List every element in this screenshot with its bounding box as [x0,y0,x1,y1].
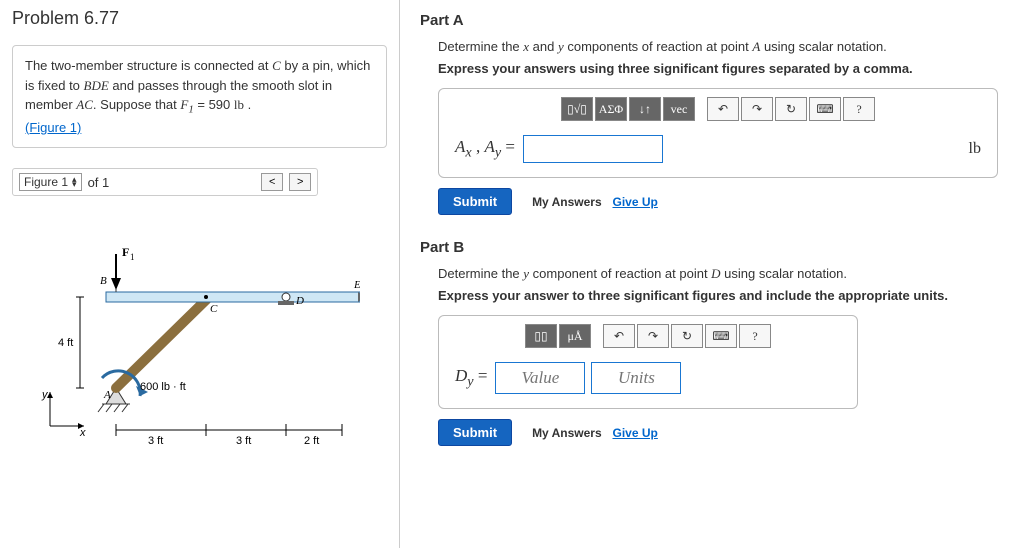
t: and [529,39,558,54]
part-b-instructions: Express your answer to three significant… [438,288,1004,303]
t: Determine the [438,39,523,54]
answers-links: My Answers Give Up [532,194,658,209]
v: A [484,137,494,156]
template-button[interactable]: ▯√▯ [561,97,593,121]
submit-button-a[interactable]: Submit [438,188,512,215]
part-a-instructions: Express your answers using three signifi… [438,61,1004,76]
desc-text: . Suppose that [93,97,180,112]
equation-lhs: Dy = [455,366,487,390]
figure-nav: Figure 1 ▴▾ of 1 < > [12,168,318,196]
figure-select-label: Figure 1 [24,175,68,189]
var-C: C [272,58,281,73]
svg-text:x: x [79,427,86,439]
svg-text:1: 1 [130,252,135,262]
right-column: Part A Determine the x and y components … [400,0,1024,548]
part-a-prompt: Determine the x and y components of reac… [438,39,1004,55]
v: D [455,366,467,385]
desc-end: . [244,97,251,112]
equation-row-a: Ax , Ay = lb [439,125,997,177]
undo-button[interactable]: ↶ [707,97,739,121]
redo-button[interactable]: ↷ [637,324,669,348]
reset-button[interactable]: ↻ [671,324,703,348]
answer-input-a[interactable] [523,135,663,163]
var-AC: AC [76,97,93,112]
figure-link[interactable]: (Figure 1) [25,120,81,135]
submit-row-a: Submit My Answers Give Up [438,188,1004,215]
svg-text:2 ft: 2 ft [304,435,319,447]
subscripts-button[interactable]: ↓↑ [629,97,661,121]
part-b-title: Part B [420,239,1004,256]
keyboard-button[interactable]: ⌨ [809,97,841,121]
part-a-title: Part A [420,12,1004,29]
t: using scalar notation. [721,266,847,281]
svg-text:E: E [353,279,360,291]
svg-text:4 ft: 4 ft [58,337,73,349]
svg-text:3 ft: 3 ft [148,435,163,447]
my-answers-label: My Answers [532,426,602,440]
answer-box-b: ▯▯ μÅ ↶ ↷ ↻ ⌨ ? Dy = [438,315,858,409]
left-column: Problem 6.77 The two-member structure is… [0,0,400,548]
var-BDE: BDE [84,78,109,93]
svg-text:C: C [210,303,218,315]
equation-lhs: Ax , Ay = [455,137,515,161]
desc-text: The two-member structure is connected at [25,58,272,73]
t: using scalar notation. [760,39,886,54]
problem-title: Problem 6.77 [12,8,387,29]
figure-diagram: F1 B E C D A 4 ft 600 lb · ft 3 ft 3 ft … [40,226,360,456]
var-D: D [711,266,720,281]
figure-select[interactable]: Figure 1 ▴▾ [19,173,82,191]
toolbar-a: ▯√▯ ΑΣΦ ↓↑ vec ↶ ↷ ↻ ⌨ ? [439,89,997,125]
svg-text:F: F [122,245,129,259]
part-b-prompt: Determine the y component of reaction at… [438,266,1004,282]
unit-label: lb [969,140,981,158]
symbols-button[interactable]: ΑΣΦ [595,97,627,121]
v: A [455,137,465,156]
eq: = [501,137,515,156]
my-answers-label: My Answers [532,195,602,209]
help-button[interactable]: ? [843,97,875,121]
unit-lb: lb [234,97,244,112]
reset-button[interactable]: ↻ [775,97,807,121]
svg-text:D: D [295,295,304,307]
help-button[interactable]: ? [739,324,771,348]
value-input-b[interactable] [495,362,585,394]
svg-text:B: B [100,275,107,287]
sep: , [472,137,485,156]
submit-button-b[interactable]: Submit [438,419,512,446]
submit-row-b: Submit My Answers Give Up [438,419,1004,446]
figure-prev-button[interactable]: < [261,173,283,191]
figure-of: of 1 [88,175,110,190]
vector-button[interactable]: vec [663,97,695,121]
svg-text:600 lb · ft: 600 lb · ft [140,381,186,393]
answer-box-a: ▯√▯ ΑΣΦ ↓↑ vec ↶ ↷ ↻ ⌨ ? Ax , Ay = lb [438,88,998,178]
template-button[interactable]: ▯▯ [525,324,557,348]
keyboard-button[interactable]: ⌨ [705,324,737,348]
figure-next-button[interactable]: > [289,173,311,191]
svg-text:3 ft: 3 ft [236,435,251,447]
toolbar-b: ▯▯ μÅ ↶ ↷ ↻ ⌨ ? [439,316,857,352]
give-up-link[interactable]: Give Up [613,195,658,209]
svg-text:A: A [103,389,111,401]
desc-eq: = 590 [194,97,234,112]
eq: = [474,366,488,385]
problem-description: The two-member structure is connected at… [12,45,387,148]
figure-area: F1 B E C D A 4 ft 600 lb · ft 3 ft 3 ft … [12,216,387,469]
t: Determine the [438,266,523,281]
t: component of reaction at point [529,266,711,281]
units-button[interactable]: μÅ [559,324,591,348]
redo-button[interactable]: ↷ [741,97,773,121]
equation-row-b: Dy = [439,352,857,408]
caret-icon: ▴▾ [72,177,77,187]
svg-text:y: y [41,389,49,401]
give-up-link[interactable]: Give Up [613,426,658,440]
answers-links: My Answers Give Up [532,425,658,440]
units-input-b[interactable] [591,362,681,394]
undo-button[interactable]: ↶ [603,324,635,348]
t: components of reaction at point [564,39,753,54]
